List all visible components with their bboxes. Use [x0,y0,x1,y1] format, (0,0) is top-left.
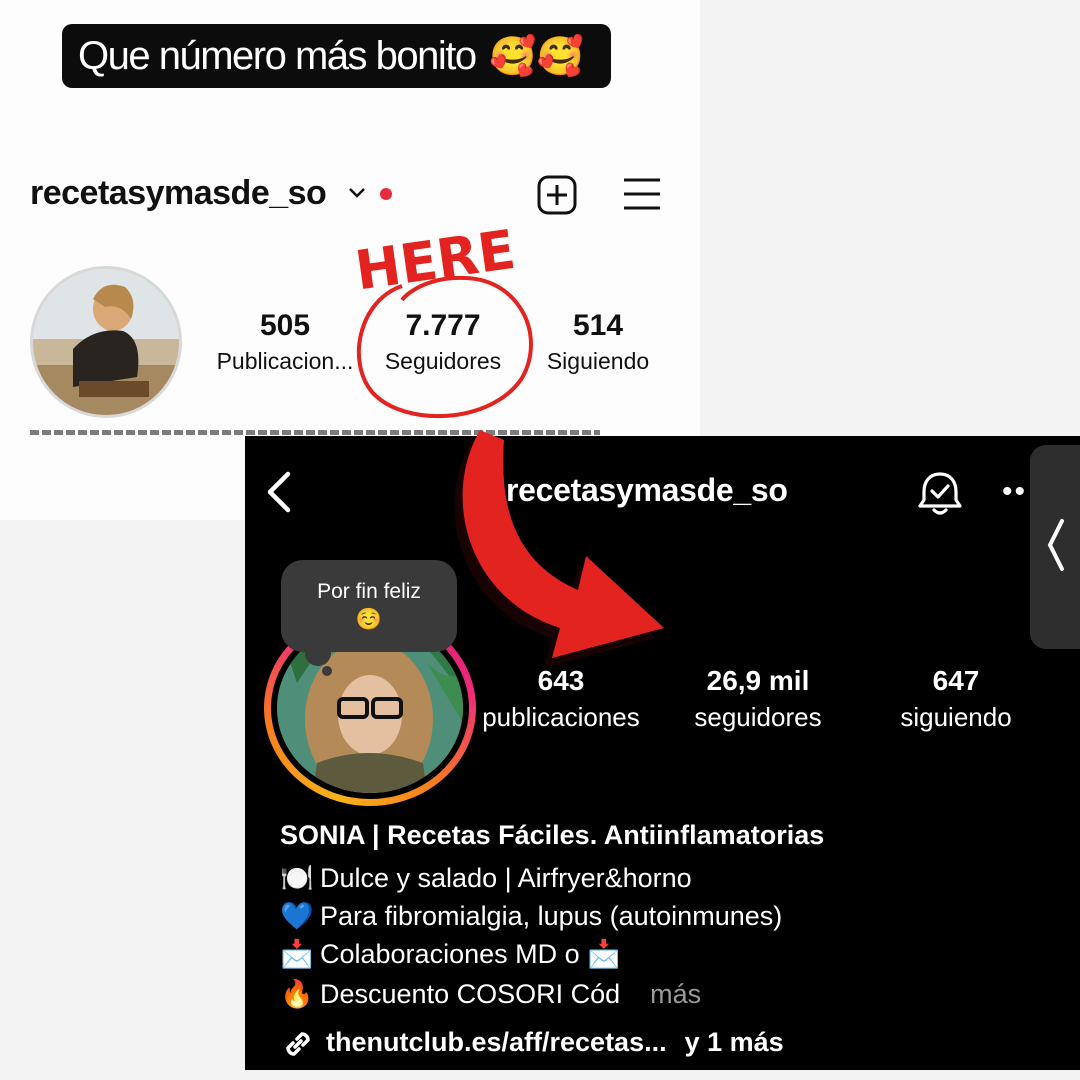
profile-photo [33,269,179,415]
smiling-hearts-emoji: 🥰🥰 [489,36,584,78]
stat-label: Siguiendo [546,348,650,374]
inbox-envelope-icon: 📩 [587,939,621,969]
note-tail-dot [322,666,332,676]
link-extra: y 1 más [684,1027,784,1058]
stat-label: Seguidores [384,348,502,374]
inbox-envelope-icon: 📩 [280,939,314,969]
link-chain-icon [286,1032,310,1056]
stat-value: 647 [932,665,980,696]
add-post-icon[interactable] [536,174,578,216]
stat-following[interactable]: 514 Siguiendo [540,308,656,378]
stat-posts[interactable]: 643 publicaciones [472,664,650,736]
stat-value: 505 [259,309,311,342]
chevron-left-icon [1047,519,1064,571]
hamburger-menu-icon[interactable] [622,176,662,212]
note-text: Por fin feliz [317,580,421,603]
top-username[interactable]: recetasymasde_so [30,174,327,213]
plate-utensils-icon: 🍽️ [280,863,314,893]
profile-link[interactable]: thenutclub.es/aff/recetas... y 1 más [280,1026,784,1062]
profile-name: SONIA | Recetas Fáciles. Antiinflamatori… [280,820,825,850]
back-arrow-icon[interactable] [262,468,294,516]
bio-line: 📩 Colaboraciones MD o 📩 [280,938,621,970]
bio-text: Dulce y salado | Airfryer&horno [320,863,692,893]
stat-followers[interactable]: 26,9 mil seguidores [672,664,844,736]
chevron-down-icon[interactable] [347,184,367,202]
link-text: thenutclub.es/aff/recetas... [326,1027,667,1058]
stat-value: 643 [537,665,585,696]
bio-more-link[interactable]: más [650,979,701,1009]
more-options-icon[interactable]: •• [1002,477,1027,507]
bio-line: 🍽️ Dulce y salado | Airfryer&horno [280,862,692,894]
stat-label: siguiendo [900,702,1012,732]
bio-line: 🔥 Descuento COSORI Cód más [280,978,701,1010]
bio-text: Para fibromialgia, lupus (autoinmunes) [320,901,783,931]
caption-text: Que número más bonito [78,34,477,78]
caption-banner: Que número más bonito 🥰🥰 [62,24,611,88]
stat-followers[interactable]: 7.777 Seguidores [372,308,514,378]
stat-posts[interactable]: 505 Publicacion... [216,308,354,378]
stat-following[interactable]: 647 siguiendo [884,664,1028,736]
stat-value: 7.777 [405,309,481,342]
stat-label: Publicacion... [216,348,354,374]
blushing-smile-emoji: ☺️ [355,608,383,631]
note-tail [305,640,331,666]
bio-line: 💙 Para fibromialgia, lupus (autoinmunes) [280,900,782,932]
bell-check-icon[interactable] [916,468,964,518]
fire-icon: 🔥 [280,979,314,1009]
bio-text: Descuento COSORI Cód [320,979,621,1009]
top-avatar[interactable] [30,266,182,418]
blue-heart-icon: 💙 [280,901,314,931]
note-bubble[interactable]: Por fin feliz ☺️ [281,560,457,652]
notification-dot [380,188,392,200]
header-username: recetasymasde_so [506,472,788,508]
stat-label: seguidores [694,702,822,732]
side-handle[interactable] [1030,445,1080,649]
stat-value: 514 [572,309,624,342]
bio-text: Colaboraciones MD o [320,939,580,969]
stat-value: 26,9 mil [706,665,810,696]
stat-label: publicaciones [482,702,640,732]
